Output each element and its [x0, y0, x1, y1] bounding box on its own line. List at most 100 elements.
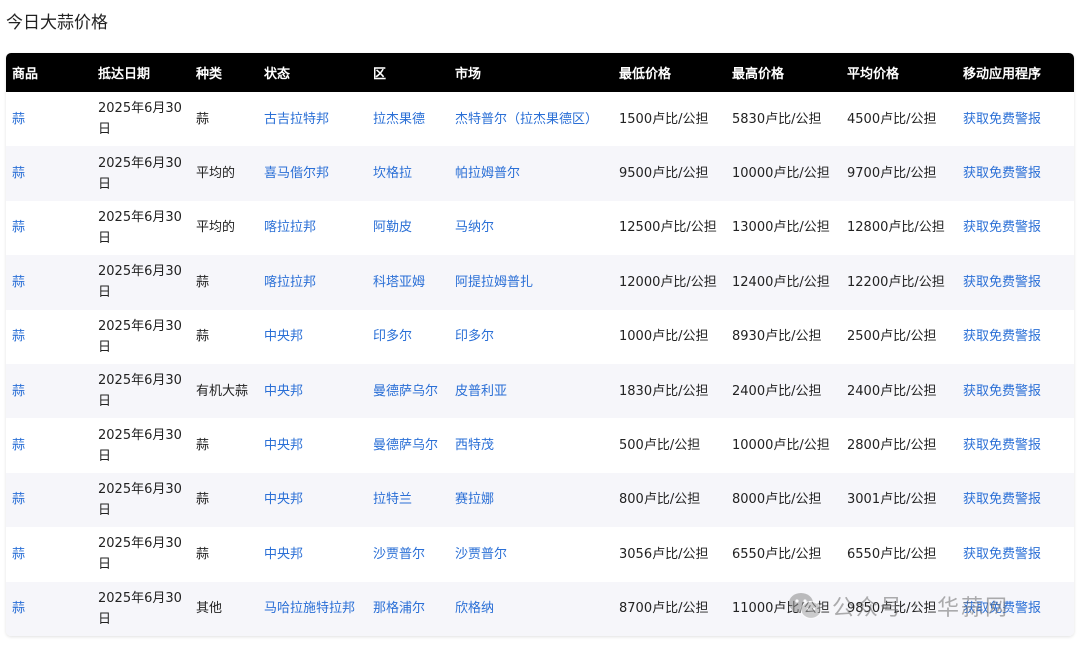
arrival-date: 2025年6月30日: [98, 373, 182, 410]
state-link[interactable]: 中央邦: [258, 473, 367, 527]
state-link[interactable]: 喀拉拉邦: [258, 255, 367, 309]
commodity-link[interactable]: 蒜: [6, 255, 92, 309]
variety: 其他: [196, 601, 223, 617]
state-link[interactable]: 中央邦: [258, 527, 367, 581]
avg-price: 3001卢比/公担: [847, 492, 937, 508]
variety: 蒜: [196, 111, 210, 127]
avg-price: 6550卢比/公担: [847, 546, 937, 562]
header-market[interactable]: 市场: [449, 53, 613, 92]
header-district[interactable]: 区: [367, 53, 449, 92]
commodity-link[interactable]: 蒜: [6, 473, 92, 527]
district-link[interactable]: 那格浦尔: [367, 582, 449, 636]
free-alert-link[interactable]: 获取免费警报: [957, 146, 1074, 200]
free-alert-link[interactable]: 获取免费警报: [957, 201, 1074, 255]
commodity-link[interactable]: 蒜: [6, 582, 92, 636]
district-link[interactable]: 曼德萨乌尔: [367, 364, 449, 418]
max-price: 8000卢比/公担: [732, 492, 822, 508]
district-link[interactable]: 坎格拉: [367, 146, 449, 200]
market-link[interactable]: 沙贾普尔: [449, 527, 613, 581]
free-alert-link[interactable]: 获取免费警报: [957, 582, 1074, 636]
table-row: 蒜 2025年6月30日 蒜 中央邦 沙贾普尔 沙贾普尔 3056卢比/公担 6…: [6, 527, 1074, 582]
state-link[interactable]: 古吉拉特邦: [258, 92, 367, 146]
free-alert-link[interactable]: 获取免费警报: [957, 92, 1074, 146]
table-row: 蒜 2025年6月30日 蒜 中央邦 拉特兰 赛拉娜 800卢比/公担 8000…: [6, 472, 1074, 528]
avg-price: 9850卢比/公担: [847, 601, 937, 617]
district-link[interactable]: 科塔亚姆: [367, 255, 449, 309]
commodity-link[interactable]: 蒜: [6, 364, 92, 418]
header-min-price[interactable]: 最低价格: [613, 53, 726, 92]
district-link[interactable]: 拉杰果德: [367, 92, 449, 146]
market-link[interactable]: 欣格纳: [449, 582, 613, 636]
header-commodity[interactable]: 商品: [6, 53, 92, 92]
max-price: 11000卢比/公担: [732, 601, 830, 617]
free-alert-link[interactable]: 获取免费警报: [957, 364, 1074, 418]
variety: 蒜: [196, 492, 210, 508]
max-price: 2400卢比/公担: [732, 383, 822, 399]
state-link[interactable]: 中央邦: [258, 364, 367, 418]
commodity-link[interactable]: 蒜: [6, 527, 92, 581]
table-row: 蒜 2025年6月30日 其他 马哈拉施特拉邦 那格浦尔 欣格纳 8700卢比/…: [6, 581, 1074, 636]
market-link[interactable]: 印多尔: [449, 310, 613, 364]
commodity-link[interactable]: 蒜: [6, 92, 92, 146]
market-link[interactable]: 杰特普尔（拉杰果德区）: [449, 92, 613, 146]
variety: 蒜: [196, 438, 210, 454]
header-avg-price[interactable]: 平均价格: [841, 53, 957, 92]
district-link[interactable]: 印多尔: [367, 310, 449, 364]
avg-price: 2400卢比/公担: [847, 383, 937, 399]
state-link[interactable]: 中央邦: [258, 418, 367, 472]
arrival-date: 2025年6月30日: [98, 536, 182, 573]
min-price: 8700卢比/公担: [619, 601, 709, 617]
market-link[interactable]: 阿提拉姆普扎: [449, 255, 613, 309]
district-link[interactable]: 沙贾普尔: [367, 527, 449, 581]
arrival-date: 2025年6月30日: [98, 209, 182, 246]
variety: 蒜: [196, 274, 210, 290]
market-link[interactable]: 西特茂: [449, 418, 613, 472]
table-row: 蒜 2025年6月30日 平均的 喀拉拉邦 阿勒皮 马纳尔 12500卢比/公担…: [6, 200, 1074, 256]
avg-price: 2500卢比/公担: [847, 329, 937, 345]
district-link[interactable]: 曼德萨乌尔: [367, 418, 449, 472]
state-link[interactable]: 喀拉拉邦: [258, 201, 367, 255]
avg-price: 12800卢比/公担: [847, 220, 945, 236]
min-price: 500卢比/公担: [619, 438, 701, 454]
avg-price: 9700卢比/公担: [847, 166, 937, 182]
market-link[interactable]: 帕拉姆普尔: [449, 146, 613, 200]
min-price: 800卢比/公担: [619, 492, 701, 508]
arrival-date: 2025年6月30日: [98, 318, 182, 355]
free-alert-link[interactable]: 获取免费警报: [957, 473, 1074, 527]
free-alert-link[interactable]: 获取免费警报: [957, 255, 1074, 309]
free-alert-link[interactable]: 获取免费警报: [957, 527, 1074, 581]
free-alert-link[interactable]: 获取免费警报: [957, 418, 1074, 472]
table-header-row: 商品 抵达日期 种类 状态 区 市场 最低价格 最高价格 平均价格 移动应用程序: [6, 53, 1074, 92]
avg-price: 4500卢比/公担: [847, 111, 937, 127]
header-arrival-date[interactable]: 抵达日期: [92, 53, 190, 92]
market-link[interactable]: 皮普利亚: [449, 364, 613, 418]
arrival-date: 2025年6月30日: [98, 481, 182, 518]
header-max-price[interactable]: 最高价格: [726, 53, 841, 92]
district-link[interactable]: 拉特兰: [367, 473, 449, 527]
page-title: 今日大蒜价格: [6, 13, 108, 33]
district-link[interactable]: 阿勒皮: [367, 201, 449, 255]
header-state[interactable]: 状态: [258, 53, 367, 92]
state-link[interactable]: 中央邦: [258, 310, 367, 364]
commodity-link[interactable]: 蒜: [6, 146, 92, 200]
market-link[interactable]: 赛拉娜: [449, 473, 613, 527]
min-price: 1500卢比/公担: [619, 111, 709, 127]
table-row: 蒜 2025年6月30日 有机大蒜 中央邦 曼德萨乌尔 皮普利亚 1830卢比/…: [6, 363, 1074, 419]
variety: 平均的: [196, 166, 236, 182]
market-link[interactable]: 马纳尔: [449, 201, 613, 255]
header-variety[interactable]: 种类: [190, 53, 258, 92]
free-alert-link[interactable]: 获取免费警报: [957, 310, 1074, 364]
table-row: 蒜 2025年6月30日 蒜 喀拉拉邦 科塔亚姆 阿提拉姆普扎 12000卢比/…: [6, 255, 1074, 310]
min-price: 1000卢比/公担: [619, 329, 709, 345]
min-price: 9500卢比/公担: [619, 166, 709, 182]
table-row: 蒜 2025年6月30日 蒜 古吉拉特邦 拉杰果德 杰特普尔（拉杰果德区） 15…: [6, 92, 1074, 147]
arrival-date: 2025年6月30日: [98, 155, 182, 192]
variety: 平均的: [196, 220, 236, 236]
state-link[interactable]: 马哈拉施特拉邦: [258, 582, 367, 636]
max-price: 10000卢比/公担: [732, 166, 830, 182]
commodity-link[interactable]: 蒜: [6, 310, 92, 364]
state-link[interactable]: 喜马偕尔邦: [258, 146, 367, 200]
commodity-link[interactable]: 蒜: [6, 201, 92, 255]
max-price: 8930卢比/公担: [732, 329, 822, 345]
commodity-link[interactable]: 蒜: [6, 418, 92, 472]
